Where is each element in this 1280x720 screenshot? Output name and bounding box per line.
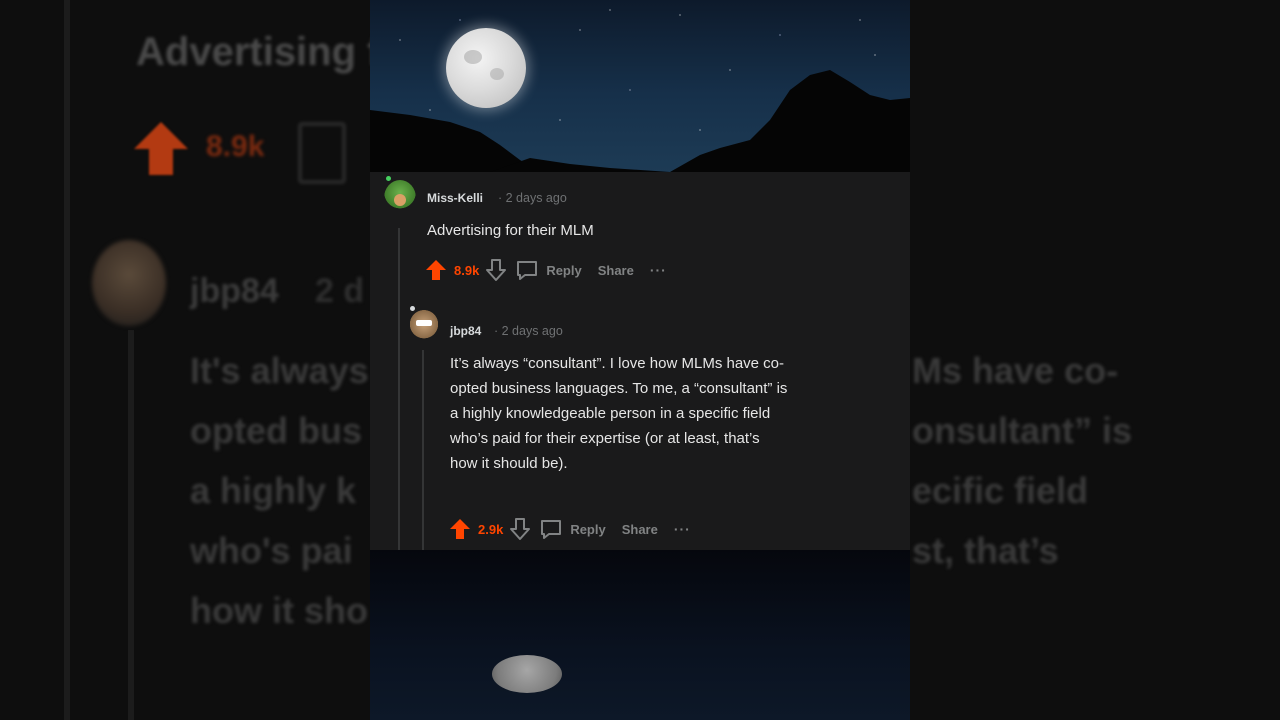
share-button[interactable]: Share [622,522,658,537]
blurred-score: 8.9k [206,130,265,163]
reply-text-line: how it should be). [450,455,568,472]
blurred-thread-line [128,330,134,720]
blurred-line: ecific field [912,470,1089,511]
blurred-avatar [92,240,166,326]
blurred-thread-line [64,0,70,720]
reply-actions: 2.9k Reply Share ··· [448,517,691,541]
vote-score: 8.9k [454,262,480,278]
blurred-line: onsultant” is [912,410,1133,451]
avatar[interactable] [408,308,440,344]
comment-timestamp: · 2 days ago [498,191,567,205]
downvote-icon[interactable] [509,517,531,541]
blurred-line: opted bus [190,410,362,451]
reply-text: It’s always “consultant”. I love how MLM… [450,351,787,476]
comment-text: Advertising for their MLM [427,222,594,239]
blurred-comment-text: Advertising f [136,30,381,74]
blurred-line: how it sho [190,590,368,631]
blurred-line: a highly k [190,470,357,511]
comment-author[interactable]: Miss-Kelli [427,191,483,205]
reply-button[interactable]: Reply [539,518,606,540]
avatar[interactable] [384,180,416,216]
vote-score: 2.9k [478,521,504,537]
blurred-upvote-icon [134,122,188,175]
reply-button[interactable]: Reply [515,259,582,281]
upvote-icon[interactable] [448,517,472,541]
comment-bubble-icon [541,520,562,539]
online-indicator [386,176,391,181]
comment-bubble-icon [517,261,538,280]
night-sky-image [370,0,910,172]
reply-author[interactable]: jbp84 [450,324,481,338]
reply-text-line: opted business languages. To me, a “cons… [450,380,788,397]
mountain-silhouette [370,70,910,172]
reply-label: Reply [570,521,606,537]
blurred-line: who's pai [190,530,353,571]
reply-label: Reply [546,262,582,278]
blurred-line: st, that’s [912,530,1059,571]
night-sky-image-bottom [370,550,910,720]
video-panel: Miss-Kelli · 2 days ago Advertising for … [370,0,910,720]
moon-reflection-image [492,655,562,693]
thread-line[interactable] [398,228,400,550]
upvote-icon[interactable] [424,258,448,282]
reply-timestamp: · 2 days ago [494,324,563,338]
blurred-line: Ms have co- [912,350,1119,391]
reply-text-line: a highly knowledgeable person in a speci… [450,405,771,422]
blurred-line: It's always [190,350,369,391]
share-button[interactable]: Share [598,263,634,278]
more-options-icon[interactable]: ··· [650,262,667,278]
more-options-icon[interactable]: ··· [674,521,691,537]
reply-text-line: It’s always “consultant”. I love how MLM… [450,355,785,372]
downvote-icon[interactable] [485,258,507,282]
blurred-username: jbp84 [190,272,279,310]
blurred-timestamp: 2 d [315,272,365,310]
blurred-downvote-icon [298,122,346,184]
comment-card: Miss-Kelli · 2 days ago Advertising for … [370,172,910,550]
reply-text-line: who’s paid for their expertise (or at le… [450,430,760,447]
thread-line[interactable] [422,350,424,550]
comment-actions: 8.9k Reply Share ··· [424,258,667,282]
